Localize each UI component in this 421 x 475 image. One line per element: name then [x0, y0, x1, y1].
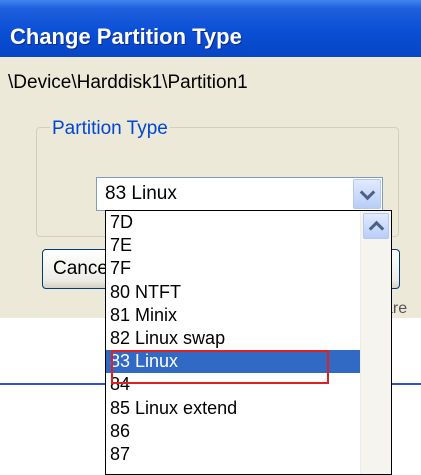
- partition-type-combobox[interactable]: 83 Linux: [96, 177, 383, 211]
- partition-type-combobox-value: 83 Linux: [105, 183, 177, 204]
- dropdown-option[interactable]: 7E: [106, 234, 360, 257]
- scroll-up-button[interactable]: [363, 213, 389, 239]
- device-path-label: \Device\Harddisk1\Partition1: [8, 72, 248, 93]
- dropdown-option[interactable]: 87: [106, 443, 360, 466]
- dropdown-option[interactable]: 82 Linux swap: [106, 327, 360, 350]
- dialog-title: Change Partition Type: [10, 24, 242, 49]
- dropdown-option[interactable]: 85 Linux extend: [106, 397, 360, 420]
- partition-type-dropdown-list[interactable]: 7D 7E 7F 80 NTFT 81 Minix 82 Linux swap 83 Lin…: [105, 210, 392, 475]
- dropdown-option[interactable]: 80 NTFT: [106, 281, 360, 304]
- dropdown-option[interactable]: 81 Minix: [106, 304, 360, 327]
- highlight-annotation-box: [111, 350, 329, 384]
- title-bar[interactable]: Change Partition Type: [0, 0, 421, 57]
- dropdown-option[interactable]: 7D: [106, 211, 360, 234]
- chevron-up-icon: [368, 220, 385, 237]
- dropdown-scrollbar[interactable]: [360, 211, 391, 474]
- dropdown-options: 7D 7E 7F 80 NTFT 81 Minix 82 Linux swap 83 Lin…: [106, 211, 360, 466]
- dropdown-option[interactable]: 7F: [106, 257, 360, 280]
- dropdown-option[interactable]: 86: [106, 420, 360, 443]
- partition-type-group-label: Partition Type: [50, 118, 170, 140]
- combobox-dropdown-button[interactable]: [353, 179, 381, 209]
- chevron-down-icon: [359, 184, 376, 201]
